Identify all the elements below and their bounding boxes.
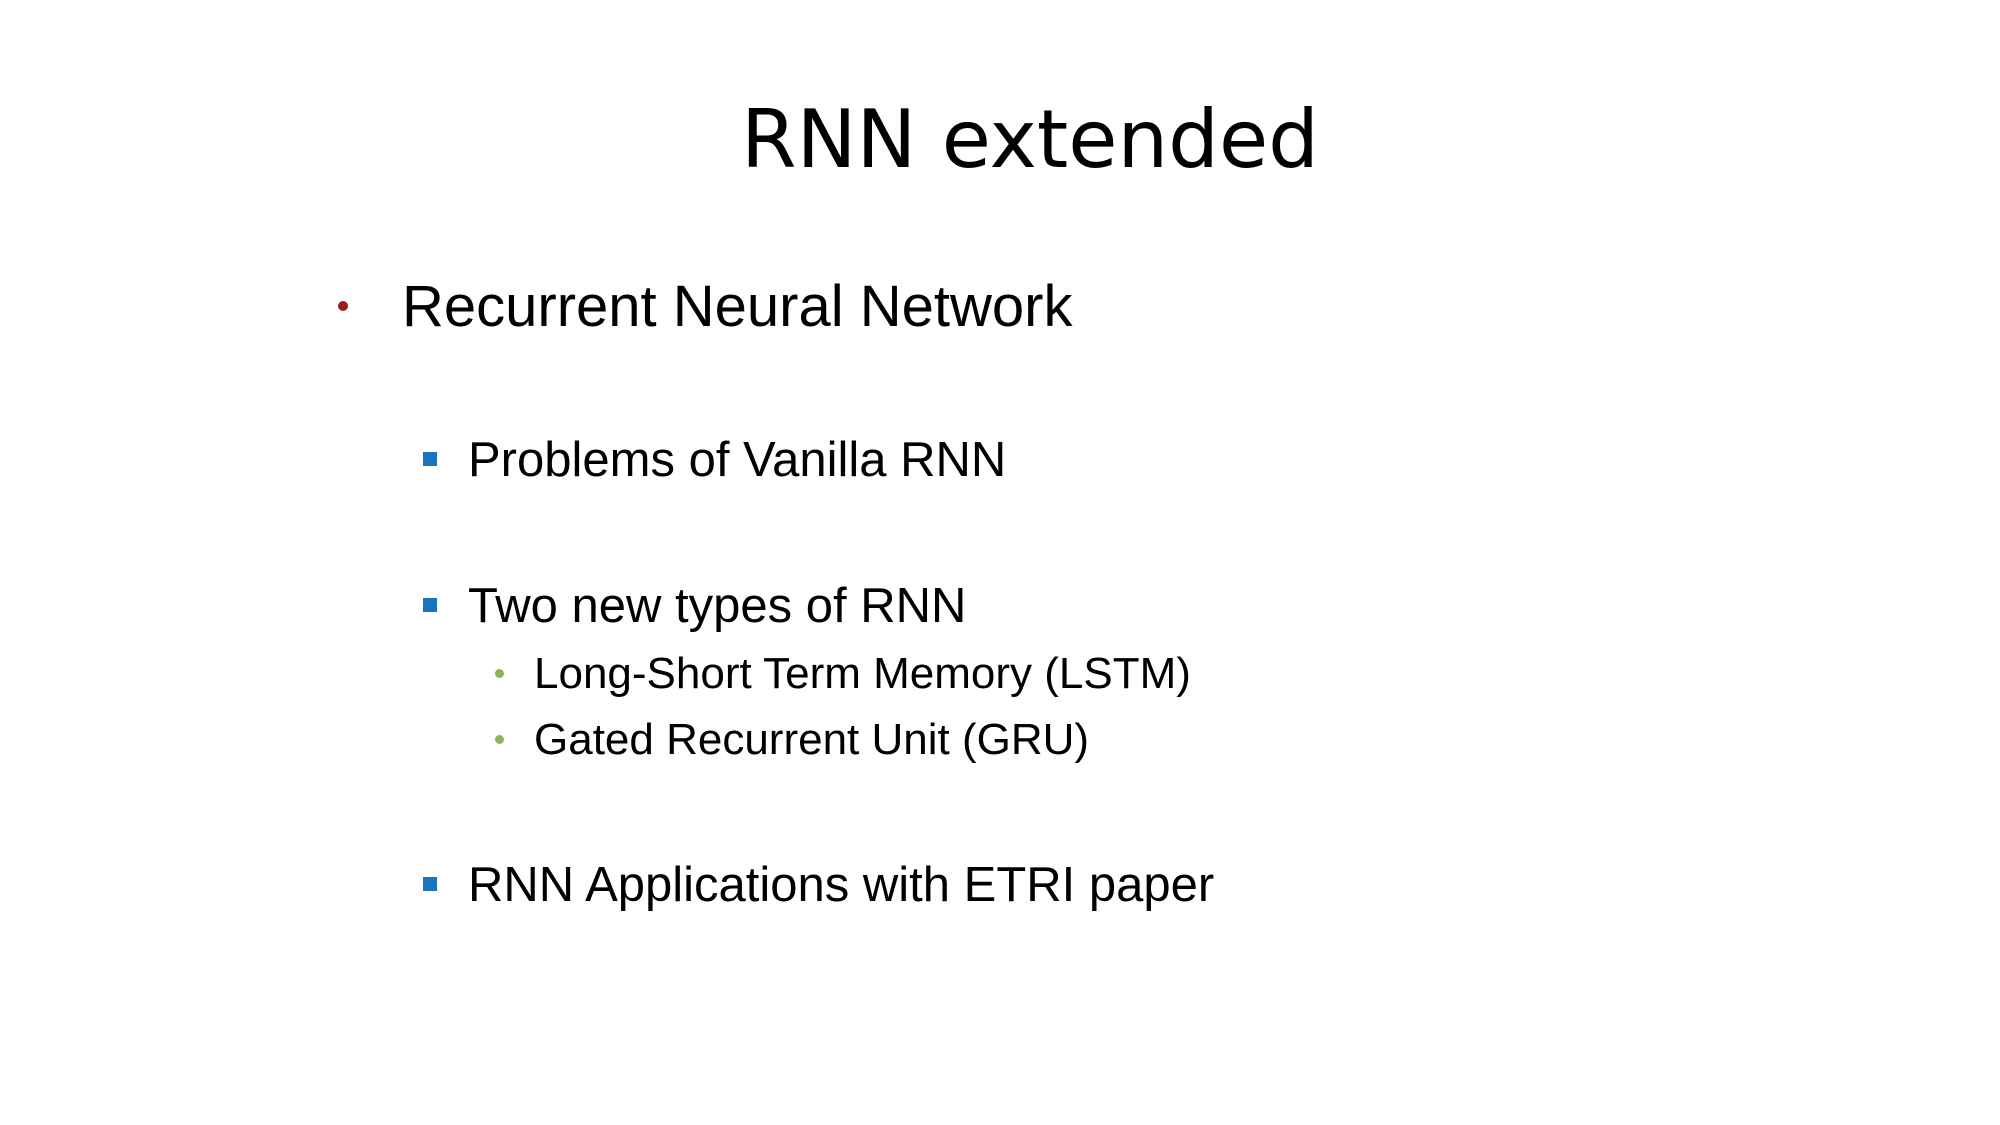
square-bullet-icon	[423, 877, 437, 891]
slide: RNN extended Recurrent Neural Network Pr…	[0, 0, 2000, 1125]
bullet-text: Gated Recurrent Unit (GRU)	[534, 715, 1090, 764]
bullet-item-level2: Two new types of RNN	[420, 576, 966, 636]
round-bullet-icon	[495, 735, 504, 744]
round-bullet-icon	[338, 301, 348, 311]
bullet-item-level2: RNN Applications with ETRI paper	[420, 855, 1214, 915]
bullet-item-level1: Recurrent Neural Network	[338, 272, 1072, 342]
bullet-text: Two new types of RNN	[468, 579, 967, 633]
square-bullet-icon	[423, 452, 437, 466]
slide-title: RNN extended	[741, 93, 1319, 186]
bullet-item-level2: Problems of Vanilla RNN	[420, 430, 1006, 490]
bullet-item-level3: Long-Short Term Memory (LSTM)	[492, 647, 1191, 701]
square-bullet-icon	[423, 598, 437, 612]
bullet-text: RNN Applications with ETRI paper	[468, 858, 1215, 912]
bullet-text: Recurrent Neural Network	[402, 274, 1073, 339]
round-bullet-icon	[495, 669, 504, 678]
bullet-item-level3: Gated Recurrent Unit (GRU)	[492, 713, 1089, 767]
bullet-text: Long-Short Term Memory (LSTM)	[534, 649, 1191, 698]
bullet-text: Problems of Vanilla RNN	[468, 433, 1007, 487]
